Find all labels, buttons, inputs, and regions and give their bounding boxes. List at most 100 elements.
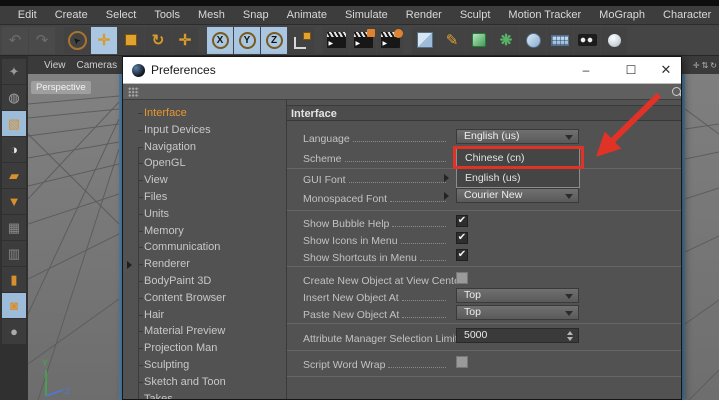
render-to-picture-viewer-icon[interactable]: ▶	[350, 27, 376, 54]
scale-icon[interactable]	[118, 27, 144, 54]
sidebar-item-view[interactable]: View	[123, 172, 286, 189]
menu-mograph[interactable]: MoGraph	[590, 9, 654, 21]
sidebar-item-material-preview[interactable]: Material Preview	[123, 323, 286, 340]
maximize-button[interactable]: ☐	[612, 57, 650, 83]
sidebar-item-sketch-and-toon[interactable]: Sketch and Toon	[123, 374, 286, 391]
monospaced-font-dropdown[interactable]: Courier New	[456, 188, 579, 203]
menu-create[interactable]: Create	[46, 9, 97, 21]
menu-snap[interactable]: Snap	[234, 9, 278, 21]
snap-mode-icon[interactable]: ●	[2, 319, 26, 344]
paint-mode-icon[interactable]: ◙	[2, 293, 26, 318]
texture-axis-mode-icon[interactable]: ▮	[2, 267, 26, 292]
undo-icon[interactable]: ↶	[2, 27, 28, 54]
pen-spline-icon[interactable]: ✎	[439, 27, 465, 54]
dialog-title-bar[interactable]: Preferences – ☐ ✕	[123, 57, 681, 84]
points-mode-icon[interactable]: ◑	[2, 137, 26, 162]
sidebar-item-renderer[interactable]: Renderer	[123, 256, 286, 273]
uv-mode-icon[interactable]: ▥	[2, 241, 26, 266]
camera-icon[interactable]	[574, 27, 600, 54]
edges-mode-icon[interactable]: ▰	[2, 163, 26, 188]
axis-move-icon[interactable]: ✛	[172, 27, 198, 54]
render-settings-icon[interactable]: ▶	[377, 27, 403, 54]
menu-file[interactable]: File	[0, 9, 9, 21]
insert-new-object-dropdown[interactable]: Top	[456, 288, 579, 303]
expand-arrow-icon[interactable]	[444, 192, 449, 200]
drag-handle-icon[interactable]	[128, 87, 139, 97]
viewport-canvas[interactable]: Perspective Y Z	[28, 74, 119, 400]
viewport-nav-icons: ✛ ⇅ ↻	[682, 56, 719, 74]
menu-motion-tracker[interactable]: Motion Tracker	[499, 9, 590, 21]
sidebar-item-navigation[interactable]: Navigation	[123, 139, 286, 156]
show-icons-in-menu-row: Show Icons in Menu	[303, 232, 449, 247]
menu-sculpt[interactable]: Sculpt	[451, 9, 500, 21]
sidebar-item-files[interactable]: Files	[123, 189, 286, 206]
render-view-icon[interactable]: ▶	[323, 27, 349, 54]
menu-mesh[interactable]: Mesh	[189, 9, 234, 21]
minimize-button[interactable]: –	[567, 57, 605, 83]
sidebar-item-input-devices[interactable]: Input Devices	[123, 122, 286, 139]
viewport-perspective[interactable]: View Cameras Display Perspective Y	[28, 56, 122, 400]
viewport-menu-view[interactable]: View	[44, 60, 66, 71]
paste-new-object-dropdown[interactable]: Top	[456, 305, 579, 320]
menu-edit[interactable]: Edit	[9, 9, 46, 21]
show-bubble-help-checkbox[interactable]: ✔	[456, 215, 468, 227]
script-word-wrap-checkbox[interactable]	[456, 356, 468, 368]
language-dropdown[interactable]: English (us)	[456, 129, 579, 144]
menu-simulate[interactable]: Simulate	[336, 9, 397, 21]
lock-z-icon[interactable]: Z	[261, 27, 287, 54]
paste-new-object-row: Paste New Object At	[303, 306, 449, 321]
dolly-view-icon[interactable]: ⇅	[702, 61, 709, 70]
pan-view-icon[interactable]: ✛	[693, 61, 700, 70]
viewport-canvas[interactable]	[685, 74, 719, 400]
live-selection-icon[interactable]: ➤	[64, 27, 90, 54]
search-icon[interactable]	[671, 86, 682, 98]
axis-mode-icon[interactable]: ▦	[2, 215, 26, 240]
add-cube-icon[interactable]	[412, 27, 438, 54]
menu-tools[interactable]: Tools	[145, 9, 189, 21]
floor-icon[interactable]	[547, 27, 573, 54]
sidebar-item-sculpting[interactable]: Sculpting	[123, 357, 286, 374]
coordinate-system-icon[interactable]	[288, 27, 314, 54]
expand-arrow-icon[interactable]	[444, 174, 449, 182]
rotate-view-icon[interactable]: ↻	[710, 61, 717, 70]
menu-select[interactable]: Select	[97, 9, 146, 21]
sidebar-item-communication[interactable]: Communication	[123, 239, 286, 256]
menu-animate[interactable]: Animate	[278, 9, 336, 21]
menu-character[interactable]: Character	[654, 9, 719, 21]
sidebar-item-interface[interactable]: Interface	[123, 105, 286, 122]
workplane-mode-icon[interactable]: ▧	[2, 111, 26, 136]
viewport-menu-cameras[interactable]: Cameras	[77, 60, 118, 71]
move-icon[interactable]: ✛	[91, 27, 117, 54]
show-shortcuts-in-menu-checkbox[interactable]: ✔	[456, 249, 468, 261]
sidebar-item-units[interactable]: Units	[123, 206, 286, 223]
model-mode-icon[interactable]: ✦	[2, 59, 26, 84]
close-button[interactable]: ✕	[647, 57, 682, 83]
attribute-limit-field[interactable]: 5000	[456, 328, 579, 343]
lock-y-icon[interactable]: Y	[234, 27, 260, 54]
mode-palette: ✦ ◍ ▧ ◑ ▰ ▼ ▦ ▥ ▮ ◙ ●	[0, 56, 28, 400]
mograph-cloner-icon[interactable]: ❋	[493, 27, 519, 54]
redo-icon[interactable]: ↷	[29, 27, 55, 54]
texture-mode-icon[interactable]: ◍	[2, 85, 26, 110]
subdivision-surface-icon[interactable]	[466, 27, 492, 54]
sidebar-item-hair[interactable]: Hair	[123, 307, 286, 324]
dropdown-option-english[interactable]: English (us)	[457, 168, 579, 188]
sidebar-item-takes[interactable]: Takes	[123, 391, 286, 399]
spinner-icon[interactable]	[567, 331, 574, 341]
deformer-icon[interactable]	[520, 27, 546, 54]
sidebar-item-content-browser[interactable]: Content Browser	[123, 290, 286, 307]
rotate-icon[interactable]: ↻	[145, 27, 171, 54]
menu-render[interactable]: Render	[397, 9, 451, 21]
sidebar-item-projection-man[interactable]: Projection Man	[123, 340, 286, 357]
dialog-title: Preferences	[151, 63, 216, 77]
sidebar-item-opengl[interactable]: OpenGL	[123, 155, 286, 172]
viewport-right-sliver[interactable]: ✛ ⇅ ↻	[682, 56, 719, 400]
show-icons-in-menu-checkbox[interactable]: ✔	[456, 232, 468, 244]
sidebar-item-bodypaint-3d[interactable]: BodyPaint 3D	[123, 273, 286, 290]
sidebar-item-memory[interactable]: Memory	[123, 223, 286, 240]
lock-x-icon[interactable]: X	[207, 27, 233, 54]
create-new-object-checkbox[interactable]	[456, 272, 468, 284]
expand-arrow-icon[interactable]	[127, 261, 132, 269]
polygons-mode-icon[interactable]: ▼	[2, 189, 26, 214]
light-icon[interactable]	[601, 27, 627, 54]
